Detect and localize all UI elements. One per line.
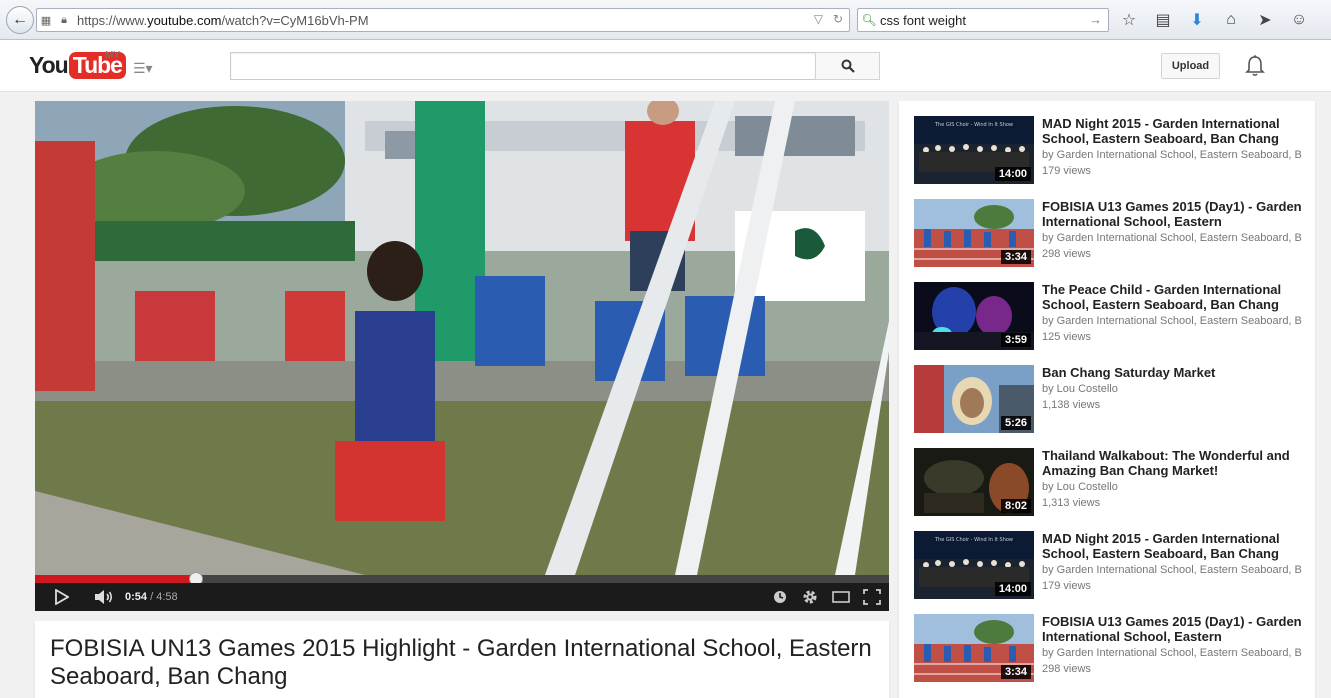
view-count: 1,313 views xyxy=(1042,497,1101,509)
related-video-title[interactable]: FOBISIA U13 Games 2015 (Day1) - Garden I… xyxy=(1042,199,1307,229)
video-title: FOBISIA UN13 Games 2015 Highlight - Gard… xyxy=(50,635,872,690)
view-count: 179 views xyxy=(1042,580,1091,592)
home-icon[interactable]: ⌂ xyxy=(1220,9,1242,31)
watch-later-icon[interactable] xyxy=(767,590,793,604)
search-button[interactable] xyxy=(815,52,880,80)
related-video-item[interactable]: 3:59 The Peace Child - Garden Internation… xyxy=(914,282,1309,352)
send-icon[interactable]: ➤ xyxy=(1254,9,1276,31)
progress-bar[interactable] xyxy=(35,572,889,586)
volume-icon xyxy=(95,590,113,604)
view-count: 298 views xyxy=(1042,663,1091,675)
video-thumbnail[interactable]: 5:26 xyxy=(914,365,1034,433)
back-arrow-icon: ← xyxy=(12,11,28,28)
notifications-bell-icon[interactable] xyxy=(1244,54,1266,78)
video-player[interactable]: 0:54 / 4:58 xyxy=(35,101,889,611)
duration-badge: 3:34 xyxy=(1000,250,1031,264)
video-thumbnail[interactable]: 3:34 xyxy=(914,614,1034,682)
channel-name[interactable]: by Lou Costello xyxy=(1042,382,1302,397)
duration-badge: 3:34 xyxy=(1000,665,1031,679)
video-thumbnail[interactable]: 3:34 xyxy=(914,199,1034,267)
upload-button[interactable]: Upload xyxy=(1161,53,1220,79)
related-video-title[interactable]: MAD Night 2015 - Garden International Sc… xyxy=(1042,531,1307,561)
channel-name[interactable]: by Garden International School, Eastern … xyxy=(1042,563,1302,578)
duration-badge: 5:26 xyxy=(1000,416,1031,430)
time-display: 0:54 / 4:58 xyxy=(125,591,178,603)
volume-button[interactable] xyxy=(89,589,119,605)
view-count: 179 views xyxy=(1042,165,1091,177)
player-controls: 0:54 / 4:58 xyxy=(35,583,889,611)
channel-name[interactable]: by Garden International School, Eastern … xyxy=(1042,148,1302,163)
video-info: FOBISIA UN13 Games 2015 Highlight - Gard… xyxy=(35,621,889,698)
related-video-item[interactable]: 5:26 Ban Chang Saturday Market by Lou Cost… xyxy=(914,365,1309,435)
video-thumbnail[interactable]: 8:02 xyxy=(914,448,1034,516)
related-video-title[interactable]: FOBISIA U13 Games 2015 (Day1) - Garden I… xyxy=(1042,614,1307,644)
video-thumbnail[interactable]: 3:59 xyxy=(914,282,1034,350)
progress-played xyxy=(35,575,197,583)
browser-search-input[interactable]: css font weight xyxy=(880,13,966,28)
related-video-item[interactable]: 3:34 FOBISIA U13 Games 2015 (Day1) - Gard… xyxy=(914,614,1309,684)
duration-badge: 8:02 xyxy=(1000,499,1031,513)
dropdown-icon[interactable]: ▽ xyxy=(814,12,823,26)
video-frame[interactable] xyxy=(35,101,889,575)
browser-toolbar: ← ▦ 🔒︎ https://www.youtube.com/watch?v=C… xyxy=(0,0,1331,40)
duration-badge: 14:00 xyxy=(994,167,1031,181)
video-thumbnail[interactable]: The GIS Choir - Wind In It Show 14:00 xyxy=(914,116,1034,184)
channel-name[interactable]: by Garden International School, Eastern … xyxy=(1042,231,1302,246)
view-count: 298 views xyxy=(1042,248,1091,260)
reading-list-icon[interactable]: ▤ xyxy=(1152,9,1174,31)
duration-badge: 14:00 xyxy=(994,582,1031,596)
video-thumbnail[interactable]: The GIS Choir - Wind In It Show 14:00 xyxy=(914,531,1034,599)
lock-icon: 🔒︎ xyxy=(61,13,67,26)
reload-icon[interactable]: ↻ xyxy=(833,12,843,26)
play-button[interactable] xyxy=(35,589,89,605)
bookmark-star-icon[interactable]: ☆ xyxy=(1118,9,1140,31)
related-video-item[interactable]: The GIS Choir - Wind In It Show 14:00 MAD … xyxy=(914,116,1309,186)
logo-you-text: You xyxy=(29,52,69,78)
settings-gear-icon[interactable] xyxy=(793,588,827,606)
channel-name[interactable]: by Lou Costello xyxy=(1042,480,1302,495)
channel-name[interactable]: by Garden International School, Eastern … xyxy=(1042,646,1302,661)
address-url: https://www.youtube.com/watch?v=CyM16bVh… xyxy=(77,12,369,28)
current-time: 0:54 xyxy=(125,591,148,603)
view-count: 1,138 views xyxy=(1042,399,1101,411)
play-icon xyxy=(55,589,69,605)
duration-badge: 3:59 xyxy=(1000,333,1031,347)
video-scene xyxy=(35,101,889,575)
download-icon[interactable]: ⬇︎ xyxy=(1186,9,1208,31)
theater-mode-icon[interactable] xyxy=(827,591,855,603)
youtube-masthead: You Tube MY ☰▾ Upload xyxy=(0,40,1331,92)
related-video-item[interactable]: 8:02 Thailand Walkabout: The Wonderful an… xyxy=(914,448,1309,518)
chat-icon[interactable]: ☺ xyxy=(1288,9,1310,31)
tabs-grid-icon[interactable]: ▦ xyxy=(37,14,55,27)
svg-text:The GIS Choir - Wind In It Sho: The GIS Choir - Wind In It Show xyxy=(934,537,1013,543)
channel-name[interactable]: by Garden International School, Eastern … xyxy=(1042,314,1302,329)
search-engine-icon[interactable]: 🔍︎ xyxy=(858,13,880,27)
time-separator: / xyxy=(147,591,157,603)
browser-search-bar[interactable]: 🔍︎ css font weight → xyxy=(857,8,1109,32)
related-video-title[interactable]: Thailand Walkabout: The Wonderful and Am… xyxy=(1042,448,1307,478)
country-code: MY xyxy=(105,50,120,61)
related-video-title[interactable]: MAD Night 2015 - Garden International Sc… xyxy=(1042,116,1307,146)
youtube-logo[interactable]: You Tube MY xyxy=(29,50,126,79)
fullscreen-icon[interactable] xyxy=(855,589,889,605)
address-bar[interactable]: ▦ 🔒︎ https://www.youtube.com/watch?v=CyM… xyxy=(36,8,850,32)
search-icon xyxy=(841,59,855,73)
search-input[interactable] xyxy=(230,52,816,80)
related-video-item[interactable]: 3:34 FOBISIA U13 Games 2015 (Day1) - Gard… xyxy=(914,199,1309,269)
search-go-icon[interactable]: → xyxy=(1089,12,1102,27)
related-video-item[interactable]: The GIS Choir - Wind In It Show 14:00 MAD … xyxy=(914,531,1309,601)
related-video-title[interactable]: Ban Chang Saturday Market xyxy=(1042,365,1307,380)
guide-menu-icon[interactable]: ☰▾ xyxy=(133,60,153,77)
related-videos-sidebar: The GIS Choir - Wind In It Show 14:00 MAD … xyxy=(899,101,1315,698)
view-count: 125 views xyxy=(1042,331,1091,343)
related-video-title[interactable]: The Peace Child - Garden International S… xyxy=(1042,282,1307,312)
svg-text:The GIS Choir - Wind In It Sho: The GIS Choir - Wind In It Show xyxy=(934,122,1013,128)
back-button[interactable]: ← xyxy=(6,6,34,34)
total-duration: 4:58 xyxy=(156,591,178,603)
